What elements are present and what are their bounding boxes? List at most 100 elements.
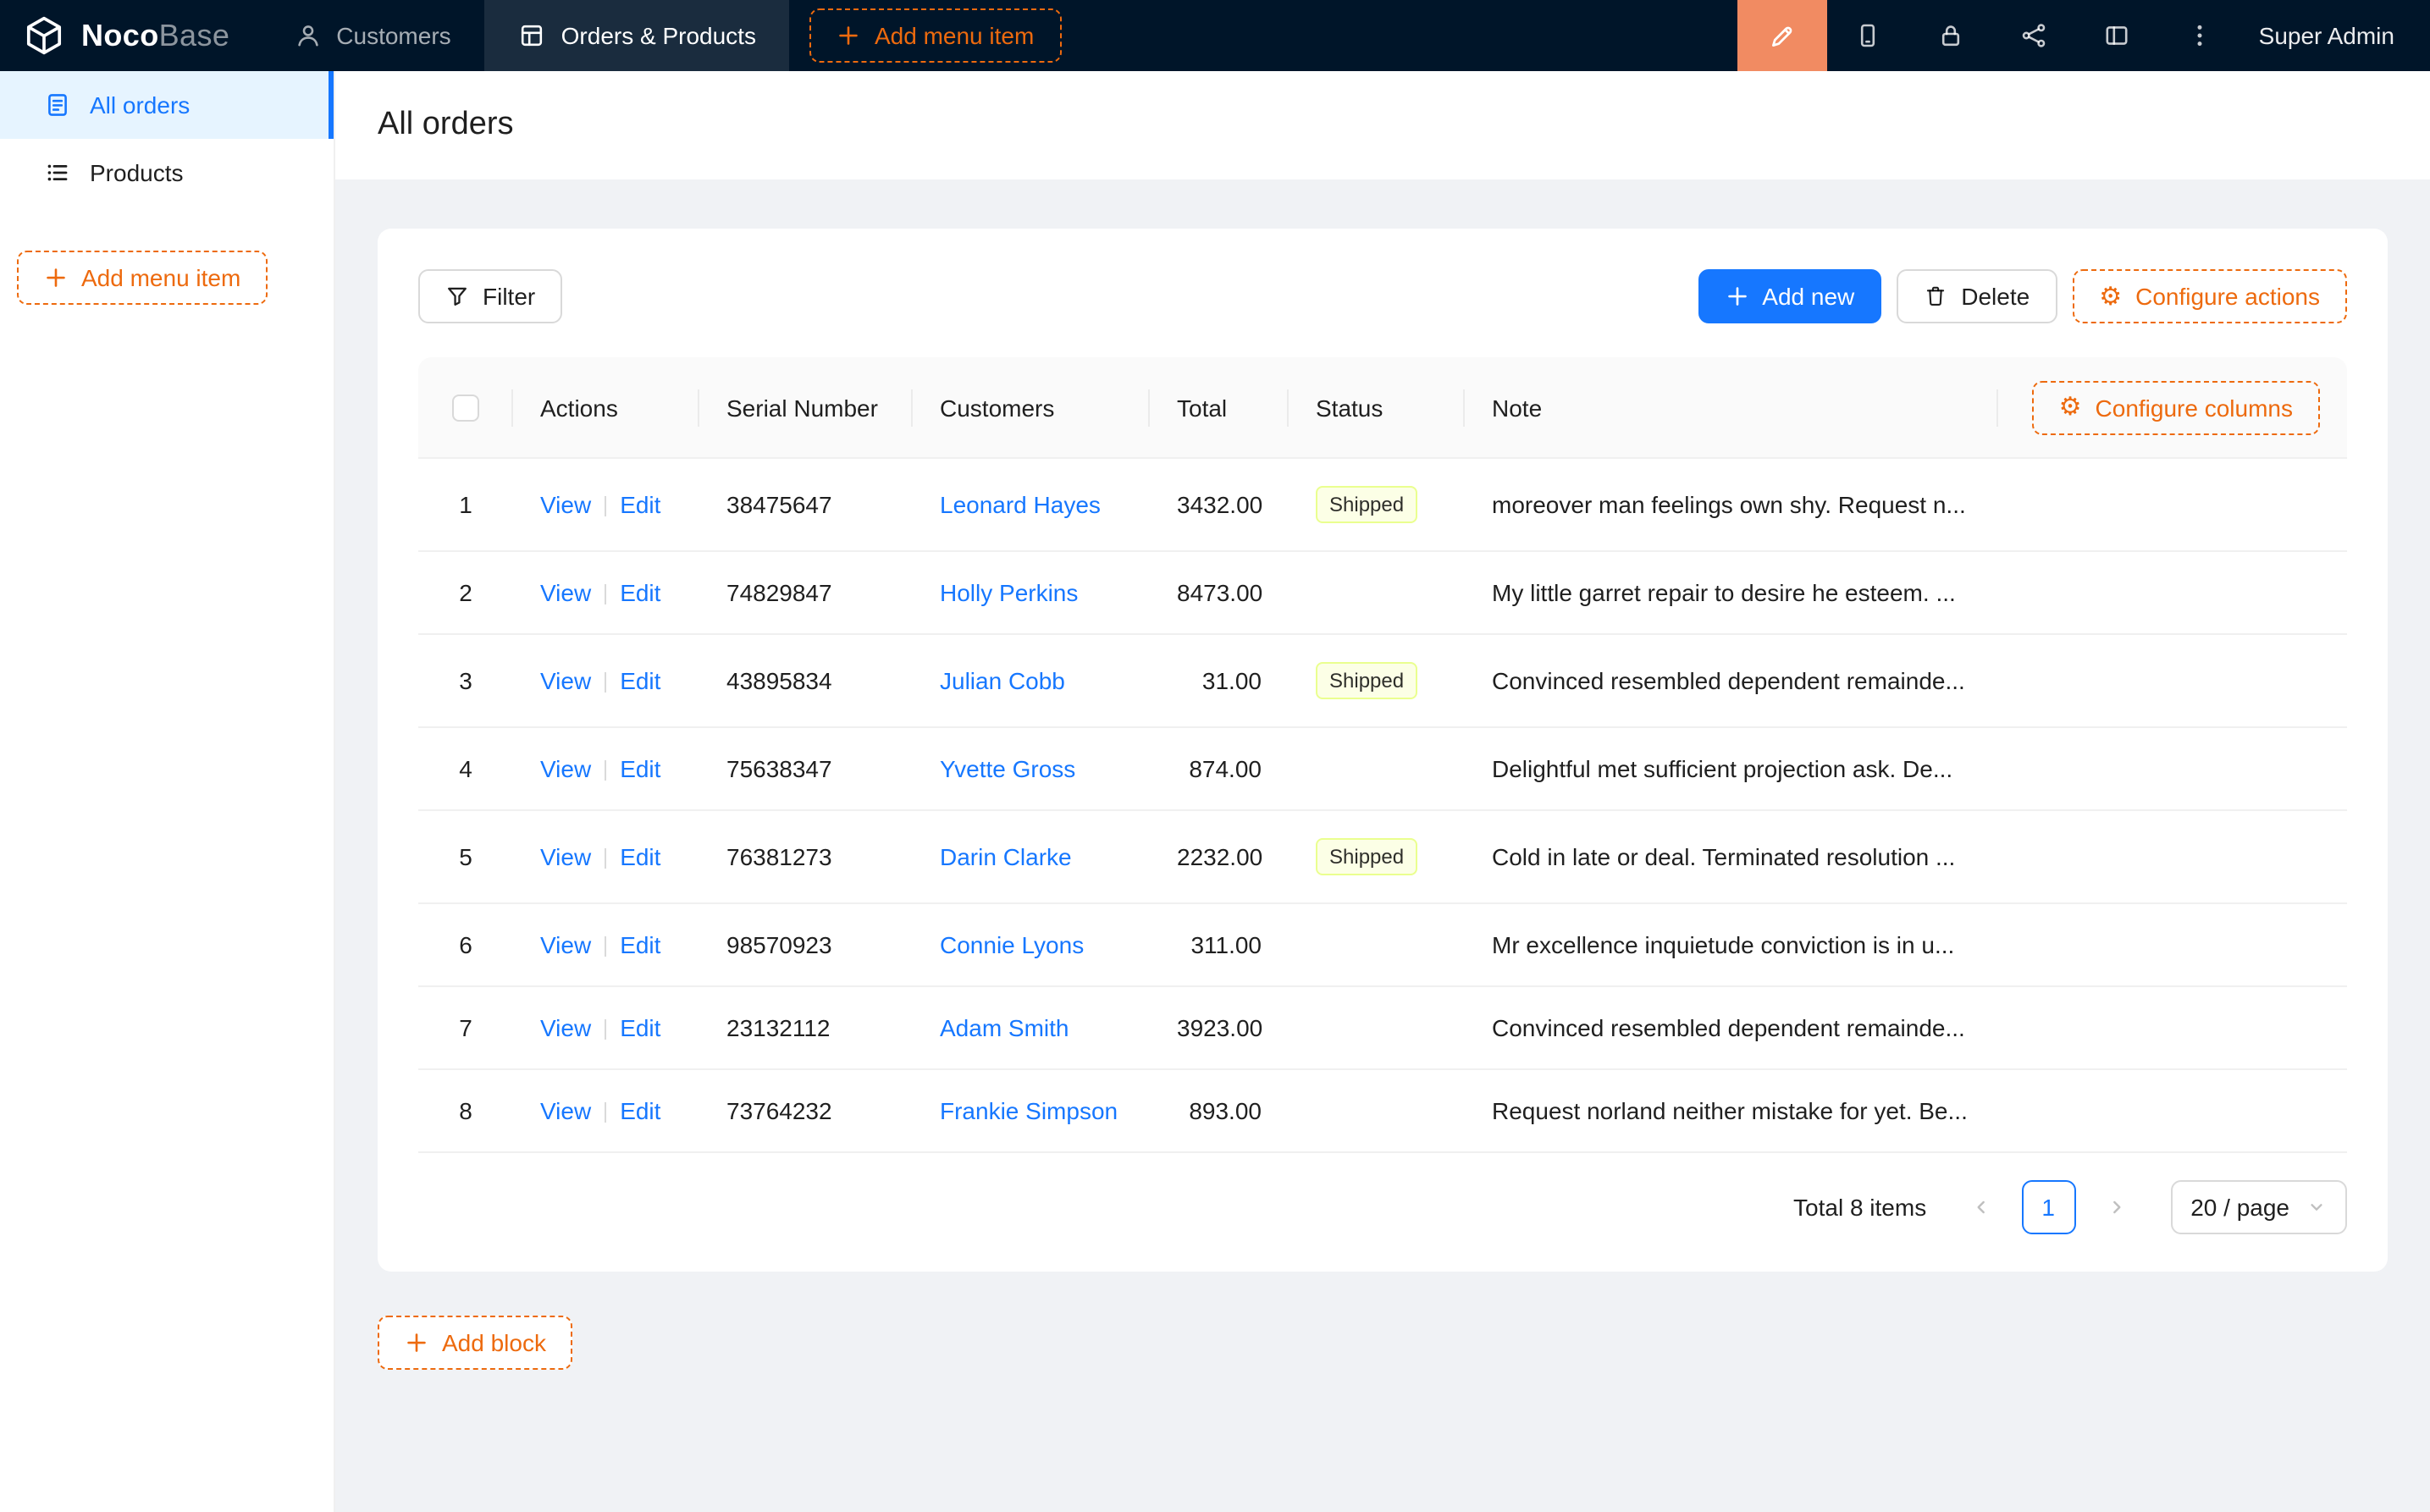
divider	[605, 849, 606, 869]
table-row: 1 ViewEdit 38475647 Leonard Hayes 3432.0…	[418, 459, 2347, 552]
page-size-select[interactable]: 20 / page	[2170, 1180, 2347, 1234]
sidebar-item-products[interactable]: Products	[0, 139, 334, 207]
pagination-total: Total 8 items	[1793, 1194, 1926, 1221]
customer-link[interactable]: Adam Smith	[940, 1014, 1069, 1041]
configure-columns-button[interactable]: ⚙ Configure columns	[2032, 380, 2320, 434]
edit-link[interactable]: Edit	[620, 755, 660, 782]
select-all-checkbox[interactable]	[452, 395, 479, 422]
actions-cell: View Edit	[513, 904, 699, 987]
edit-link[interactable]: Edit	[620, 1014, 660, 1041]
toolbar-actions: Add new Delete ⚙	[1698, 269, 2347, 323]
actions-cell: View Edit	[513, 552, 699, 635]
api-button[interactable]	[1993, 0, 2076, 71]
sidebar-item-all-orders[interactable]: All orders	[0, 71, 334, 139]
view-link[interactable]: View	[540, 931, 591, 958]
add-block-label: Add block	[442, 1329, 546, 1356]
divider	[605, 673, 606, 693]
customer-cell: Leonard Hayes	[913, 459, 1150, 552]
delete-button[interactable]: Delete	[1897, 269, 2057, 323]
chevron-left-icon	[1970, 1197, 1991, 1217]
user-menu[interactable]: Super Admin	[2242, 22, 2430, 49]
edit-link[interactable]: Edit	[620, 931, 660, 958]
empty-cell	[1998, 459, 2347, 552]
edit-link[interactable]: Edit	[620, 667, 660, 694]
customer-link[interactable]: Connie Lyons	[940, 931, 1084, 958]
divider	[605, 1103, 606, 1123]
page-1-button[interactable]: 1	[2021, 1180, 2075, 1234]
total-cell: 31.00	[1150, 635, 1289, 728]
serial-number-cell: 43895834	[699, 635, 913, 728]
serial-number-cell: 23132112	[699, 987, 913, 1070]
pagination: Total 8 items 1 20 / page	[418, 1180, 2347, 1234]
column-header-customers: Customers	[913, 357, 1150, 459]
add-new-label: Add new	[1762, 283, 1854, 310]
table-body: 1 ViewEdit 38475647 Leonard Hayes 3432.0…	[418, 459, 2347, 1153]
add-new-button[interactable]: Add new	[1698, 269, 1881, 323]
configure-actions-label: Configure actions	[2135, 283, 2320, 310]
view-link[interactable]: View	[540, 579, 591, 606]
ui-editor-button[interactable]	[1737, 0, 1827, 71]
edit-link[interactable]: Edit	[620, 843, 660, 870]
top-menu-item-customers[interactable]: Customers	[260, 0, 484, 71]
total-cell: 311.00	[1150, 904, 1289, 987]
customer-link[interactable]: Holly Perkins	[940, 579, 1078, 606]
edit-link[interactable]: Edit	[620, 491, 660, 518]
sidebar-item-label: Products	[90, 159, 184, 186]
add-block-button[interactable]: Add block	[378, 1316, 573, 1370]
more-button[interactable]	[2159, 0, 2242, 71]
view-link[interactable]: View	[540, 1097, 591, 1124]
total-cell: 893.00	[1150, 1070, 1289, 1153]
chevron-down-icon	[2306, 1197, 2327, 1217]
next-page-button[interactable]	[2089, 1180, 2143, 1234]
view-link[interactable]: View	[540, 1014, 591, 1041]
edit-link[interactable]: Edit	[620, 579, 660, 606]
status-cell	[1289, 728, 1465, 811]
customer-cell: Holly Perkins	[913, 552, 1150, 635]
customer-cell: Darin Clarke	[913, 811, 1150, 904]
customer-cell: Adam Smith	[913, 987, 1150, 1070]
customer-link[interactable]: Julian Cobb	[940, 667, 1065, 694]
plus-icon	[837, 24, 861, 47]
top-menu: Customers Orders & Products	[260, 0, 790, 71]
auth-button[interactable]	[1910, 0, 1993, 71]
note-cell: moreover man feelings own shy. Request n…	[1465, 459, 1998, 552]
view-link[interactable]: View	[540, 843, 591, 870]
row-index: 4	[459, 755, 472, 782]
empty-cell	[1998, 635, 2347, 728]
prev-page-button[interactable]	[1953, 1180, 2008, 1234]
plugin-manager-button[interactable]	[2076, 0, 2159, 71]
view-link[interactable]: View	[540, 755, 591, 782]
mobile-client-button[interactable]	[1827, 0, 1910, 71]
customer-link[interactable]: Leonard Hayes	[940, 491, 1101, 518]
pen-icon	[1768, 21, 1797, 50]
row-index: 6	[459, 931, 472, 958]
top-menu-item-orders-products[interactable]: Orders & Products	[485, 0, 790, 71]
gear-icon: ⚙	[2059, 395, 2082, 420]
customer-link[interactable]: Darin Clarke	[940, 843, 1072, 870]
table-row: 5 ViewEdit 76381273 Darin Clarke 2232.00…	[418, 811, 2347, 904]
orders-table-block: Filter Add new	[378, 229, 2388, 1272]
customer-link[interactable]: Frankie Simpson	[940, 1097, 1118, 1124]
customer-cell: Yvette Gross	[913, 728, 1150, 811]
total-cell: 8473.00	[1150, 552, 1289, 635]
filter-button[interactable]: Filter	[418, 269, 562, 323]
add-menu-item-button-top[interactable]: Add menu item	[810, 8, 1061, 63]
more-icon	[2187, 22, 2214, 49]
view-link[interactable]: View	[540, 667, 591, 694]
view-link[interactable]: View	[540, 491, 591, 518]
edit-link[interactable]: Edit	[620, 1097, 660, 1124]
add-menu-item-button-side[interactable]: Add menu item	[17, 251, 268, 305]
serial-number-cell: 98570923	[699, 904, 913, 987]
filter-icon	[445, 284, 469, 308]
customer-link[interactable]: Yvette Gross	[940, 755, 1075, 782]
status-cell	[1289, 1070, 1465, 1153]
configure-actions-button[interactable]: ⚙ Configure actions	[2072, 269, 2347, 323]
nocobase-logo[interactable]: NocoBase	[0, 14, 260, 58]
serial-number-cell: 76381273	[699, 811, 913, 904]
empty-cell	[1998, 904, 2347, 987]
share-icon	[2021, 22, 2048, 49]
table-row: 7 ViewEdit 23132112 Adam Smith 3923.00 C…	[418, 987, 2347, 1070]
row-index: 7	[459, 1014, 472, 1041]
divider	[605, 497, 606, 517]
trash-icon	[1924, 284, 1947, 308]
